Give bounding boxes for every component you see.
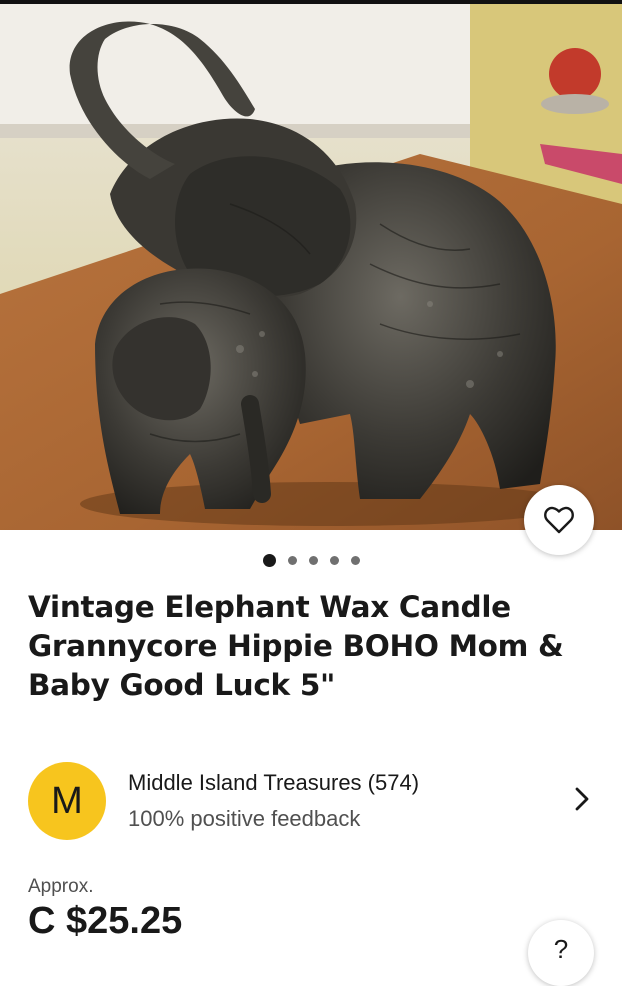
listing-title: Vintage Elephant Wax Candle Grannycore H… bbox=[28, 590, 564, 702]
price-value: C $25.25 bbox=[28, 900, 183, 942]
help-button[interactable]: ? bbox=[528, 920, 594, 986]
seller-feedback: 100% positive feedback bbox=[128, 806, 361, 831]
product-image[interactable] bbox=[0, 4, 622, 530]
seller-info-row[interactable]: M Middle Island Treasures (574) 100% pos… bbox=[28, 762, 598, 842]
seller-name: Middle Island Treasures (574) bbox=[128, 770, 420, 795]
chevron-right-icon[interactable] bbox=[574, 786, 590, 812]
help-button-label: ? bbox=[553, 934, 569, 964]
heart-outline-icon bbox=[544, 506, 574, 534]
add-to-watchlist-button[interactable] bbox=[524, 485, 594, 555]
elephant-candle-photo bbox=[0, 4, 622, 530]
pagination-dot[interactable] bbox=[329, 556, 339, 565]
price-approx-label: Approx. bbox=[28, 876, 94, 897]
image-pagination-dots[interactable] bbox=[0, 554, 622, 567]
pagination-dot[interactable] bbox=[308, 556, 318, 565]
seller-avatar: M bbox=[28, 762, 106, 840]
pagination-dot[interactable] bbox=[287, 556, 297, 565]
pagination-dot-active[interactable] bbox=[262, 554, 276, 567]
pagination-dot[interactable] bbox=[350, 556, 360, 565]
